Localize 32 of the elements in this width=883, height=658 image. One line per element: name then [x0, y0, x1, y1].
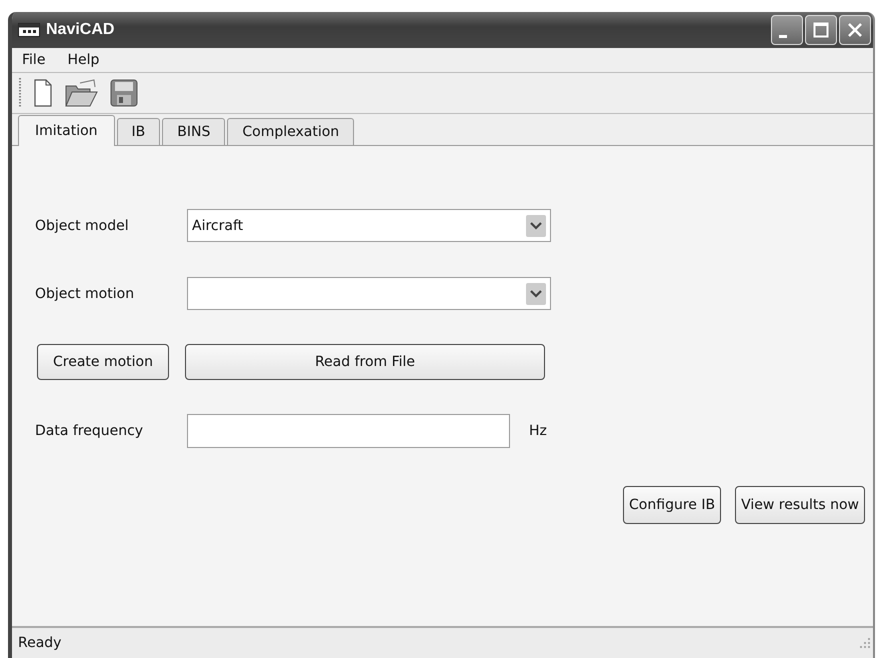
action-button[interactable]: Configure IB [623, 486, 722, 524]
status-text: Ready [18, 635, 62, 651]
field-label: Object motion [35, 286, 136, 302]
maximize-icon [813, 22, 829, 38]
field-label: Data frequency [35, 423, 144, 439]
folder-icon [64, 78, 98, 108]
tab[interactable]: BINS [162, 118, 226, 145]
save-button[interactable] [110, 79, 138, 107]
app-icon [18, 23, 40, 37]
menu-item[interactable]: Help [67, 52, 100, 68]
unit-label: Hz [529, 423, 547, 439]
toolbar-grip-icon [18, 78, 22, 108]
read-from-file-button[interactable]: Read from File [185, 344, 545, 380]
window-title: NaviCAD [46, 21, 116, 39]
tab[interactable]: Imitation [18, 115, 115, 146]
open-file-button[interactable] [64, 78, 98, 108]
maximize-button[interactable] [805, 15, 837, 45]
minimize-button[interactable] [771, 15, 803, 45]
minimize-icon [779, 34, 787, 38]
data-frequency-field[interactable] [187, 414, 510, 448]
close-button[interactable] [839, 15, 871, 45]
object-model-dropdown[interactable]: Aircraft [187, 209, 551, 242]
close-icon [847, 22, 863, 38]
tab[interactable]: Complexation [227, 118, 354, 145]
create-motion-button[interactable]: Create motion [37, 344, 169, 380]
action-button[interactable]: View results now [735, 486, 865, 524]
object-motion-dropdown[interactable] [187, 277, 551, 310]
field-label: Object model [35, 218, 130, 234]
tab[interactable]: IB [116, 118, 160, 145]
document-icon [34, 79, 52, 107]
menu-item[interactable]: File [22, 52, 46, 68]
new-file-button[interactable] [34, 79, 52, 107]
